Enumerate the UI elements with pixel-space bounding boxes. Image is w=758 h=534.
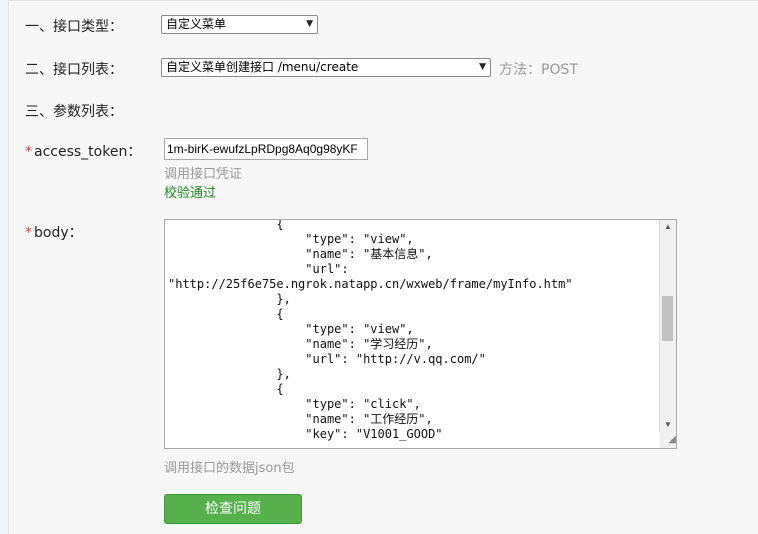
code-line: "type": "click", [168,397,421,411]
access-token-label: * access_token： [25,141,141,161]
code-line: { [168,307,284,321]
api-list-select[interactable]: 自定义菜单创建接口 /menu/create ▼ [161,58,491,77]
scrollbar-thumb[interactable] [662,296,673,341]
access-token-hint: 调用接口凭证 [164,167,243,182]
params-label: 三、参数列表： [25,104,123,120]
api-list-label: 二、接口列表： [25,62,123,78]
code-line: { [168,382,284,396]
api-type-label: 一、接口类型： [25,19,123,35]
body-label-text: body： [34,225,83,241]
body-textarea[interactable]: { "type": "view", "name": "基本信息", "url":… [164,219,677,449]
code-line: }, [168,367,291,381]
code-line: "name": "基本信息", [168,247,433,261]
method-text: 方法：POST [499,62,578,78]
scroll-up-icon[interactable]: ▲ [660,220,676,234]
api-type-value: 自定义菜单 [166,17,227,31]
scroll-down-icon[interactable]: ▼ [660,418,676,432]
code-line: "name": "学习经历", [168,337,433,351]
access-token-status: 校验通过 [164,186,217,201]
body-scrollbar[interactable]: ▲ ▼ [659,220,676,432]
check-button[interactable]: 检查问题 [164,494,302,524]
access-token-input[interactable]: 1m-birK-ewufzLpRDpg8Aq0g98yKF [164,138,368,160]
body-label: * body： [25,222,83,242]
required-mark: * [25,225,32,241]
code-line: }, [168,292,291,306]
code-line: "name": "工作经历", [168,412,433,426]
dropdown-arrow-icon: ▼ [479,62,486,72]
code-line: "type": "view", [168,232,414,246]
body-json-content: { "type": "view", "name": "基本信息", "url":… [168,219,658,442]
body-hint: 调用接口的数据json包 [164,461,295,476]
dropdown-arrow-icon: ▼ [306,19,313,29]
code-line: { [168,219,284,231]
code-line: "url": "http://v.qq.com/" [168,352,486,366]
code-line: "url": [168,262,349,276]
resize-grip-icon[interactable]: ◢ [660,432,676,448]
code-line: "key": "V1001_GOOD" [168,427,443,441]
required-mark: * [25,144,32,160]
api-type-select[interactable]: 自定义菜单 ▼ [161,15,318,34]
api-debug-form: 一、接口类型： 自定义菜单 ▼ 二、接口列表： 自定义菜单创建接口 /menu/… [8,0,758,534]
access-token-label-text: access_token： [34,144,142,160]
code-line: "type": "view", [168,322,414,336]
api-list-value: 自定义菜单创建接口 /menu/create [166,60,359,74]
code-line: "http://25f6e75e.ngrok.natapp.cn/wxweb/f… [168,277,573,291]
